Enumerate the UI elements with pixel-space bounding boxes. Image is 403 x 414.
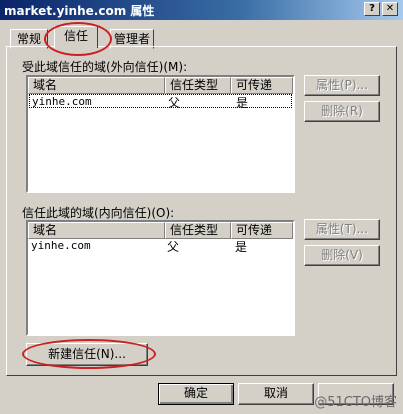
table-row[interactable]: yinhe.com 父 是 (29, 94, 292, 110)
row-transitive: 是 (235, 240, 248, 254)
column-header-domain[interactable]: 域名 (28, 222, 165, 239)
tab-managed-by-label: 管理者 (113, 32, 150, 46)
row-domain: yinhe.com (31, 239, 91, 252)
column-header-type[interactable]: 信任类型 (165, 222, 231, 239)
column-header-domain[interactable]: 域名 (28, 77, 165, 94)
watermark: @51CTO博客 (314, 395, 397, 410)
row-domain: yinhe.com (32, 95, 92, 108)
new-trust-button[interactable]: 新建信任(N)... (26, 343, 148, 366)
table-row[interactable]: yinhe.com 父 是 (29, 239, 292, 254)
tab-trust-label: 信任 (63, 29, 88, 43)
ok-button[interactable]: 确定 (158, 383, 234, 405)
column-header-transitive[interactable]: 可传递 (231, 222, 293, 239)
row-transitive: 是 (236, 96, 249, 110)
outgoing-properties-button[interactable]: 属性(P)... (304, 75, 380, 96)
help-button[interactable]: ? (364, 2, 380, 16)
row-type: 父 (167, 240, 180, 254)
row-type: 父 (168, 96, 181, 110)
tab-trust[interactable]: 信任 (54, 26, 98, 48)
outgoing-label: 受此域信任的域(外向信任)(M): (22, 60, 188, 74)
cancel-button[interactable]: 取消 (238, 383, 314, 405)
close-icon: ✕ (385, 3, 395, 14)
incoming-properties-button[interactable]: 属性(T)... (304, 219, 380, 240)
column-header-type[interactable]: 信任类型 (165, 77, 231, 94)
column-header-transitive[interactable]: 可传递 (231, 77, 293, 94)
title-bar: market.yinhe.com 属性 ? ✕ (0, 0, 403, 20)
incoming-label: 信任此域的域(内向信任)(O): (22, 206, 175, 220)
outgoing-list[interactable]: 域名 信任类型 可传递 yinhe.com 父 是 (26, 75, 295, 193)
window-title: market.yinhe.com 属性 (4, 4, 155, 18)
close-button[interactable]: ✕ (382, 2, 398, 16)
incoming-list[interactable]: 域名 信任类型 可传递 yinhe.com 父 是 (26, 220, 295, 336)
outgoing-remove-button[interactable]: 删除(R) (304, 101, 380, 122)
help-icon: ? (369, 3, 375, 14)
tab-general-label: 常规 (16, 32, 41, 46)
incoming-remove-button[interactable]: 删除(V) (304, 245, 380, 266)
